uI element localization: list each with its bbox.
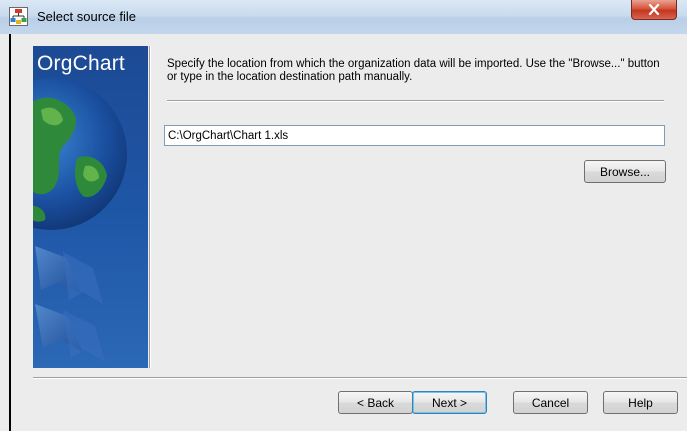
panel-divider	[149, 46, 151, 368]
window-title: Select source file	[37, 9, 136, 24]
back-button[interactable]: < Back	[338, 391, 413, 414]
footer-separator	[33, 377, 687, 379]
close-icon	[648, 4, 660, 15]
orgchart-banner: OrgChart	[33, 46, 148, 368]
browse-button[interactable]: Browse...	[584, 160, 666, 183]
title-bar[interactable]: Select source file	[0, 0, 687, 35]
globe-arrows-graphic	[33, 78, 127, 362]
close-button[interactable]	[631, 0, 677, 20]
select-source-file-dialog: Select source file OrgChart Specify the …	[0, 0, 687, 431]
window-left-border	[0, 34, 11, 431]
instructions-text: Specify the location from which the orga…	[167, 58, 660, 83]
next-button[interactable]: Next >	[412, 391, 487, 414]
source-path-input[interactable]	[164, 125, 665, 146]
separator	[167, 100, 664, 102]
dialog-content: OrgChart Specify the location from which…	[11, 34, 687, 431]
help-button[interactable]: Help	[603, 391, 678, 414]
cancel-button[interactable]: Cancel	[513, 391, 588, 414]
orgchart-app-icon	[9, 7, 28, 26]
banner-title: OrgChart	[37, 52, 125, 75]
